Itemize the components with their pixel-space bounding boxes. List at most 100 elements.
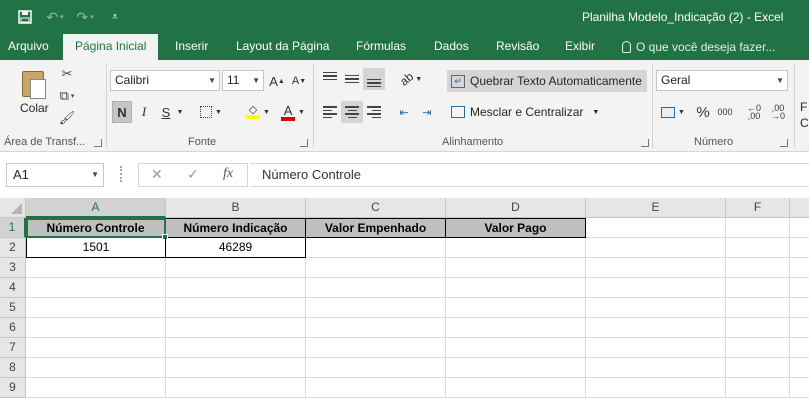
cell-a1[interactable]: Número Controle	[26, 218, 166, 238]
row-header-2[interactable]: 2	[0, 238, 26, 258]
tab-layout-da-pagina[interactable]: Layout da Página	[236, 34, 329, 60]
column-header-g[interactable]	[790, 198, 809, 218]
cell[interactable]	[586, 318, 726, 338]
accounting-format-button[interactable]: ▼	[658, 101, 688, 123]
cell[interactable]	[306, 238, 446, 258]
cell[interactable]	[726, 378, 790, 398]
wrap-text-button[interactable]: ↵ Quebrar Texto Automaticamente	[447, 70, 647, 92]
font-family-select[interactable]: Calibri ▼	[110, 70, 220, 91]
copy-icon[interactable]: ⧉ ▾	[58, 87, 76, 105]
cell[interactable]	[790, 318, 809, 338]
column-header-c[interactable]: C	[306, 198, 446, 218]
row-header-4[interactable]: 4	[0, 278, 26, 298]
cell-b1[interactable]: Número Indicação	[166, 218, 306, 238]
tab-pagina-inicial[interactable]: Página Inicial	[63, 34, 159, 60]
cell[interactable]	[166, 338, 306, 358]
clipboard-launcher-icon[interactable]	[94, 139, 102, 147]
cell[interactable]	[586, 378, 726, 398]
worksheet-grid[interactable]: A B C D E F 1 2 3 4 5 6 7 8 9 Número Con…	[0, 198, 809, 402]
orientation-button[interactable]: ab ▼	[395, 68, 427, 90]
cell[interactable]	[586, 278, 726, 298]
cell[interactable]	[166, 278, 306, 298]
italic-button[interactable]: I	[136, 101, 152, 123]
cell[interactable]	[26, 258, 166, 278]
cell[interactable]	[726, 258, 790, 278]
format-painter-icon[interactable]: 🖌	[58, 109, 76, 127]
cell[interactable]	[26, 338, 166, 358]
cell[interactable]	[726, 338, 790, 358]
tell-me-box[interactable]: O que você deseja fazer...	[622, 34, 775, 60]
row-header-3[interactable]: 3	[0, 258, 26, 278]
save-icon[interactable]	[10, 6, 40, 28]
thousands-button[interactable]: 000	[714, 101, 736, 123]
increase-indent-icon[interactable]: ⇥	[417, 101, 437, 123]
fill-color-button[interactable]: ◇ ▼	[242, 101, 274, 123]
paste-icon[interactable]	[20, 67, 48, 99]
select-all-button[interactable]	[0, 198, 26, 218]
cell[interactable]	[306, 318, 446, 338]
row-header-6[interactable]: 6	[0, 318, 26, 338]
borders-button[interactable]: ▼	[198, 101, 224, 123]
cell[interactable]	[166, 258, 306, 278]
cell[interactable]	[306, 258, 446, 278]
align-right-button[interactable]	[364, 101, 384, 123]
redo-icon[interactable]: ↷ ▾	[70, 6, 100, 28]
cell[interactable]	[790, 238, 809, 258]
chevron-down-icon[interactable]: ▼	[175, 101, 185, 123]
cell[interactable]	[790, 278, 809, 298]
cancel-icon[interactable]: ✕	[151, 166, 163, 183]
cell[interactable]	[790, 218, 809, 238]
name-box[interactable]: A1 ▼	[6, 163, 104, 187]
cell[interactable]	[166, 378, 306, 398]
tab-inserir[interactable]: Inserir	[175, 34, 208, 60]
alignment-launcher-icon[interactable]	[641, 139, 649, 147]
align-left-button[interactable]	[320, 101, 340, 123]
cell[interactable]	[26, 378, 166, 398]
row-header-9[interactable]: 9	[0, 378, 26, 398]
row-header-7[interactable]: 7	[0, 338, 26, 358]
row-header-5[interactable]: 5	[0, 298, 26, 318]
cell[interactable]	[586, 238, 726, 258]
cell-c1[interactable]: Valor Empenhado	[306, 218, 446, 238]
cell[interactable]	[726, 358, 790, 378]
row-header-8[interactable]: 8	[0, 358, 26, 378]
align-bottom-button[interactable]	[363, 68, 385, 90]
underline-button[interactable]: S	[158, 101, 174, 123]
grow-font-button[interactable]: A ▲	[268, 70, 286, 92]
cell[interactable]	[446, 318, 586, 338]
cell[interactable]	[726, 318, 790, 338]
column-header-a[interactable]: A	[26, 198, 166, 218]
cell-a2[interactable]: 1501	[26, 238, 166, 258]
bold-button[interactable]: N	[112, 101, 132, 123]
cell[interactable]	[790, 298, 809, 318]
decrease-indent-icon[interactable]: ⇤	[394, 101, 414, 123]
cell[interactable]	[306, 358, 446, 378]
cell[interactable]	[446, 338, 586, 358]
decrease-decimal-icon[interactable]: ,00 →0	[768, 101, 788, 123]
font-size-select[interactable]: 11 ▼	[222, 70, 264, 91]
cell[interactable]	[446, 278, 586, 298]
undo-icon[interactable]: ↶ ▾	[40, 6, 70, 28]
cell[interactable]	[586, 258, 726, 278]
tab-exibir[interactable]: Exibir	[565, 34, 595, 60]
percent-button[interactable]: %	[694, 101, 712, 123]
cell[interactable]	[446, 358, 586, 378]
cell[interactable]	[306, 278, 446, 298]
cell[interactable]	[26, 358, 166, 378]
cell[interactable]	[166, 318, 306, 338]
column-header-d[interactable]: D	[446, 198, 586, 218]
formula-bar-grip[interactable]	[120, 166, 123, 182]
customize-icon[interactable]: ⩡	[100, 6, 130, 28]
cell[interactable]	[726, 278, 790, 298]
cell[interactable]	[790, 338, 809, 358]
align-middle-button[interactable]	[342, 68, 362, 90]
cell[interactable]	[306, 338, 446, 358]
cell[interactable]	[26, 298, 166, 318]
cell[interactable]	[790, 258, 809, 278]
cell[interactable]	[166, 298, 306, 318]
merge-center-button[interactable]: Mesclar e Centralizar ▼	[447, 101, 599, 123]
cell[interactable]	[446, 258, 586, 278]
column-header-e[interactable]: E	[586, 198, 726, 218]
column-header-b[interactable]: B	[166, 198, 306, 218]
shrink-font-button[interactable]: A ▼	[290, 70, 308, 92]
